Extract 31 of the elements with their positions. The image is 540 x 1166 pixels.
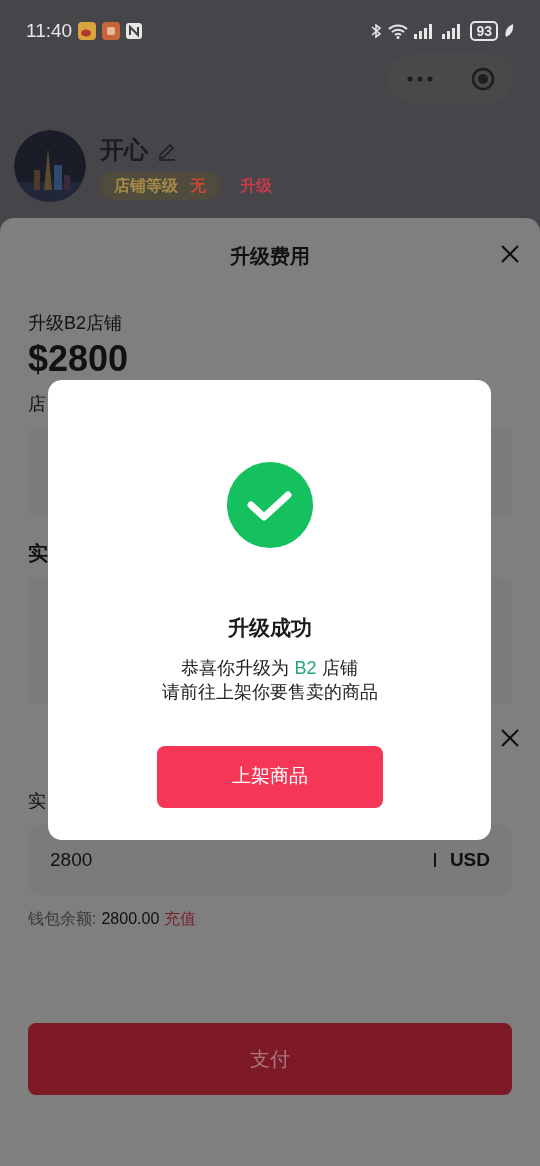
section-label: 实 (28, 541, 49, 566)
close-mini-program-icon[interactable] (471, 67, 495, 91)
dialog-message: 恭喜你升级为 B2 店铺 请前往上架你要售卖的商品 (161, 656, 378, 704)
more-icon[interactable] (407, 76, 433, 82)
leaf-icon (504, 23, 514, 39)
close-icon[interactable] (500, 728, 520, 748)
plan-label: 升级B2店铺 (28, 312, 124, 335)
recharge-link[interactable]: 充值 (164, 907, 197, 931)
app-notification-icon (78, 22, 97, 40)
section-label: 店 (28, 393, 47, 416)
currency-label: USD (449, 847, 490, 872)
price: $2800 (28, 337, 130, 381)
store-level-label: 店铺等级 (114, 176, 178, 196)
wifi-icon (388, 23, 409, 39)
balance-label: 钱包余额: (28, 909, 97, 929)
clock-time: 11:40 (26, 18, 73, 43)
amount-value: 2800 (50, 847, 94, 872)
bluetooth-icon (370, 23, 383, 39)
close-icon[interactable] (500, 244, 520, 264)
sheet-title: 升级费用 (230, 244, 310, 269)
store-level-value: 无 (190, 176, 206, 196)
balance-value: 2800.00 (101, 909, 160, 929)
nfc-icon (126, 23, 143, 39)
amount-label: 实 (28, 790, 47, 813)
upgrade-link[interactable]: 升级 (240, 174, 272, 198)
list-products-button[interactable]: 上架商品 (156, 745, 383, 808)
success-check-icon (226, 462, 313, 548)
battery-level: 93 (470, 21, 498, 41)
pay-button[interactable]: 支付 (28, 1023, 512, 1095)
app-notification-icon (102, 22, 121, 40)
dialog-title: 升级成功 (227, 615, 312, 641)
